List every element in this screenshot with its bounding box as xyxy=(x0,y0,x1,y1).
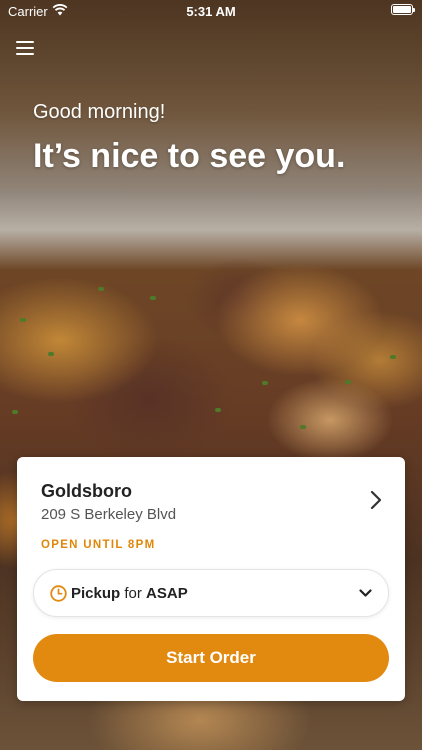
clock-time: 5:31 AM xyxy=(186,4,236,19)
greeting-title: It’s nice to see you. xyxy=(33,137,346,175)
start-order-button[interactable]: Start Order xyxy=(33,634,389,682)
battery-icon xyxy=(391,4,415,15)
hamburger-menu-icon[interactable] xyxy=(16,40,34,56)
clock-icon xyxy=(50,585,67,602)
pickup-connector: for xyxy=(124,585,142,602)
pickup-mode: Pickup xyxy=(71,585,121,602)
pickup-time: ASAP xyxy=(146,585,188,602)
chevron-right-icon[interactable] xyxy=(369,490,383,510)
pickup-summary: Pickup for ASAP xyxy=(71,585,188,602)
store-hours-label: OPEN UNTIL 8PM xyxy=(41,539,156,551)
status-bar: Carrier 5:31 AM xyxy=(0,0,422,22)
pickup-time-selector[interactable]: Pickup for ASAP xyxy=(33,569,389,617)
chevron-down-icon xyxy=(359,589,372,597)
store-name: Goldsboro xyxy=(41,481,132,501)
store-card: Goldsboro 209 S Berkeley Blvd OPEN UNTIL… xyxy=(17,457,405,701)
greeting-subtitle: Good morning! xyxy=(33,101,166,123)
store-address: 209 S Berkeley Blvd xyxy=(41,506,177,523)
